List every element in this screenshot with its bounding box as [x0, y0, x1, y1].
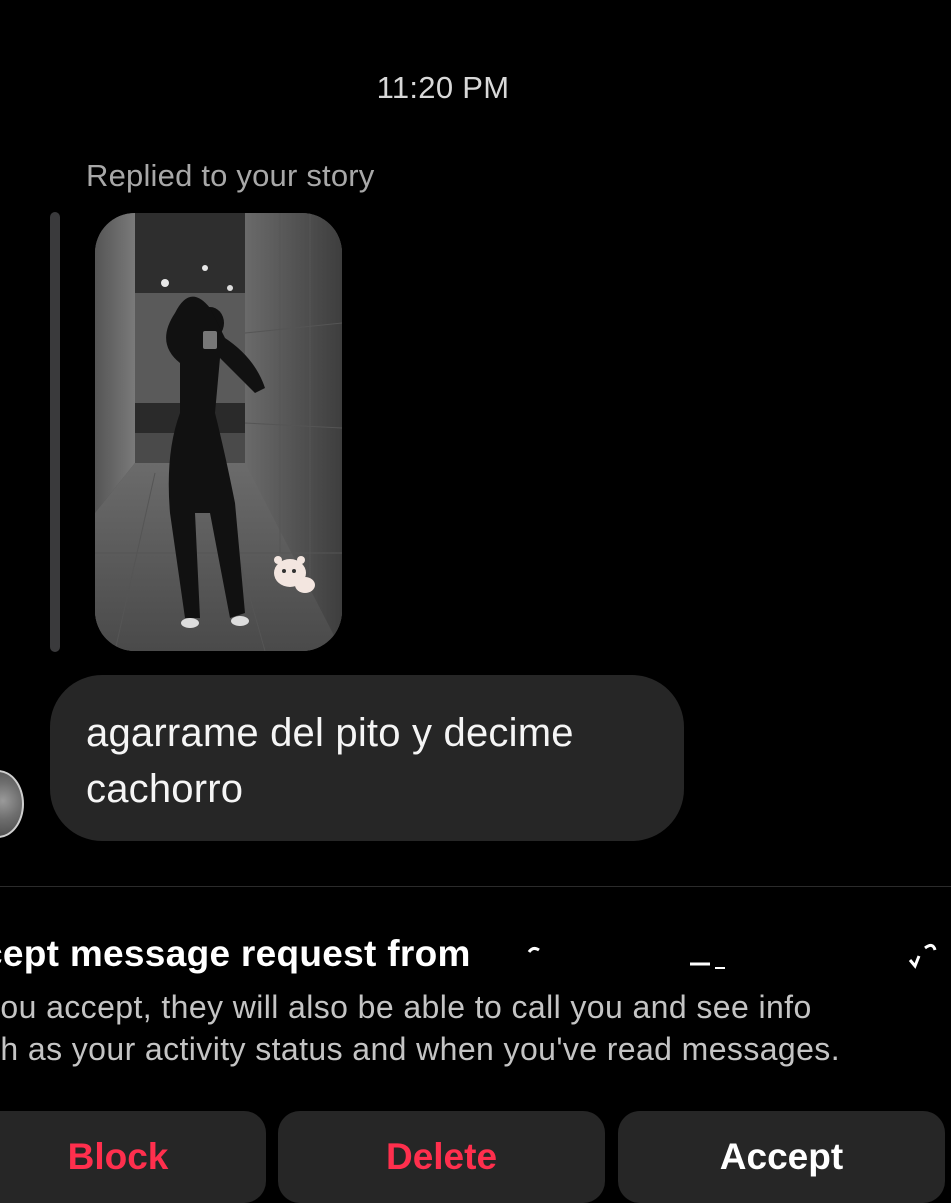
description-line: you accept, they will also be able to ca… — [0, 989, 812, 1025]
story-thumbnail[interactable] — [95, 213, 342, 651]
message-text: agarrame del pito y decime cachorro — [86, 711, 574, 811]
divider — [0, 886, 951, 887]
story-reply-label: Replied to your story — [86, 158, 375, 193]
accept-button[interactable]: Accept — [618, 1111, 945, 1203]
delete-button[interactable]: Delete — [278, 1111, 605, 1203]
avatar-icon[interactable] — [0, 770, 24, 838]
message-request-title: cept message request from — [0, 933, 471, 974]
description-line: ch as your activity status and when you'… — [0, 1031, 841, 1067]
message-bubble[interactable]: agarrame del pito y decime cachorro — [50, 675, 684, 841]
message-request-description: you accept, they will also be able to ca… — [0, 986, 944, 1070]
block-button[interactable]: Block — [0, 1111, 266, 1203]
reply-quote-bar — [50, 212, 60, 652]
message-timestamp: 11:20 PM — [376, 70, 510, 105]
redacted-username — [525, 938, 940, 974]
